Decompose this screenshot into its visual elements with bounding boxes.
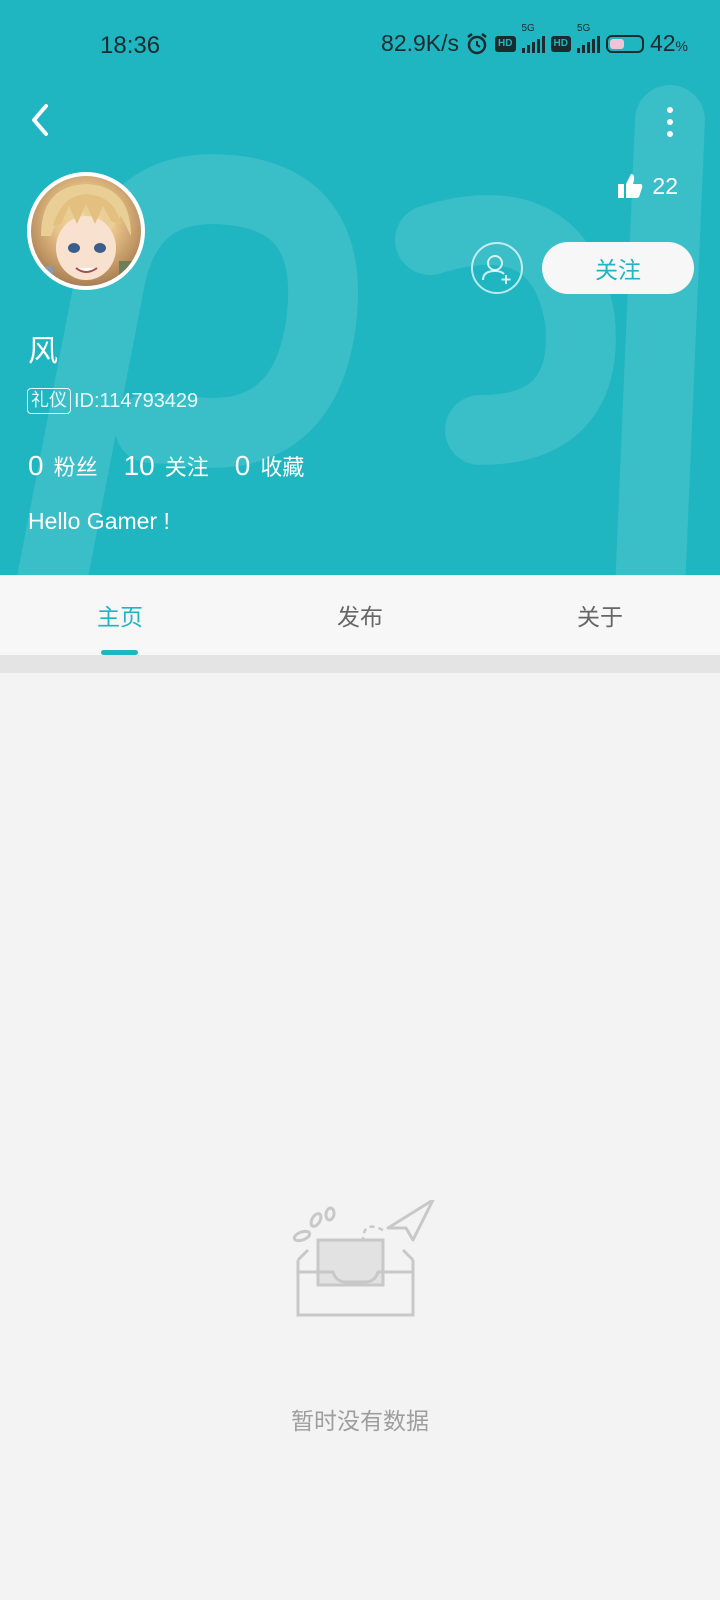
follow-button[interactable]: 关注 [542, 242, 694, 294]
username: 风 [28, 334, 58, 369]
network-speed: 82.9K/s [381, 30, 460, 56]
status-indicators: 82.9K/s HD 5G HD 5G 42% [381, 23, 688, 57]
empty-state-text: 暂时没有数据 [291, 1409, 429, 1435]
stat-label: 关注 [164, 456, 209, 481]
thumbs-up-icon [618, 174, 643, 198]
chevron-left-icon [32, 104, 48, 136]
battery-icon [605, 34, 644, 53]
stat-label: 粉丝 [53, 456, 98, 481]
likes-counter[interactable]: 22 [616, 172, 678, 200]
add-user-icon [482, 255, 511, 284]
user-badge[interactable]: 礼仪 [27, 388, 71, 414]
stat-value: 0 [28, 450, 44, 481]
stat-fans[interactable]: 0 粉丝 [28, 450, 98, 482]
status-bar: 18:36 82.9K/s HD 5G HD 5G 42% [0, 0, 720, 90]
alarm-icon [467, 32, 487, 54]
avatar[interactable] [27, 172, 145, 290]
profile-tabs: 主页 发布 关于 [0, 575, 720, 655]
stat-value: 10 [123, 450, 155, 481]
back-button[interactable] [26, 100, 56, 140]
tab-posts[interactable]: 发布 [240, 575, 480, 655]
hd-icon: HD [550, 35, 571, 52]
likes-count: 22 [652, 172, 678, 199]
signal-icon: 5G [576, 23, 600, 53]
profile-header: 18:36 82.9K/s HD 5G HD 5G 42% 22 关注 风 礼仪… [0, 0, 720, 575]
signal-label: 5G [521, 22, 535, 34]
battery-percent: 42% [649, 30, 688, 56]
tab-home[interactable]: 主页 [0, 575, 240, 655]
more-button[interactable] [660, 104, 680, 140]
taptap-watermark [17, 85, 705, 575]
user-id: ID:114793429 [74, 389, 199, 412]
more-vertical-icon [660, 107, 680, 137]
section-divider [0, 655, 720, 673]
hd-icon: HD [495, 35, 516, 52]
tab-about[interactable]: 关于 [480, 575, 720, 655]
signal-label: 5G [576, 22, 591, 34]
profile-stats: 0 粉丝 10 关注 0 收藏 [28, 450, 304, 482]
stat-following[interactable]: 10 关注 [124, 450, 209, 482]
avatar-illustration [31, 184, 141, 286]
signal-icon: 5G [521, 23, 545, 53]
user-id-row: 礼仪 ID:114793429 [27, 388, 198, 414]
stat-favorites[interactable]: 0 收藏 [235, 450, 305, 482]
stat-label: 收藏 [260, 456, 305, 481]
user-bio: Hello Gamer ! [28, 508, 170, 534]
status-time: 18:36 [100, 32, 161, 59]
stat-value: 0 [234, 450, 251, 481]
empty-inbox-icon [292, 1200, 435, 1317]
add-friend-button[interactable] [471, 242, 523, 294]
